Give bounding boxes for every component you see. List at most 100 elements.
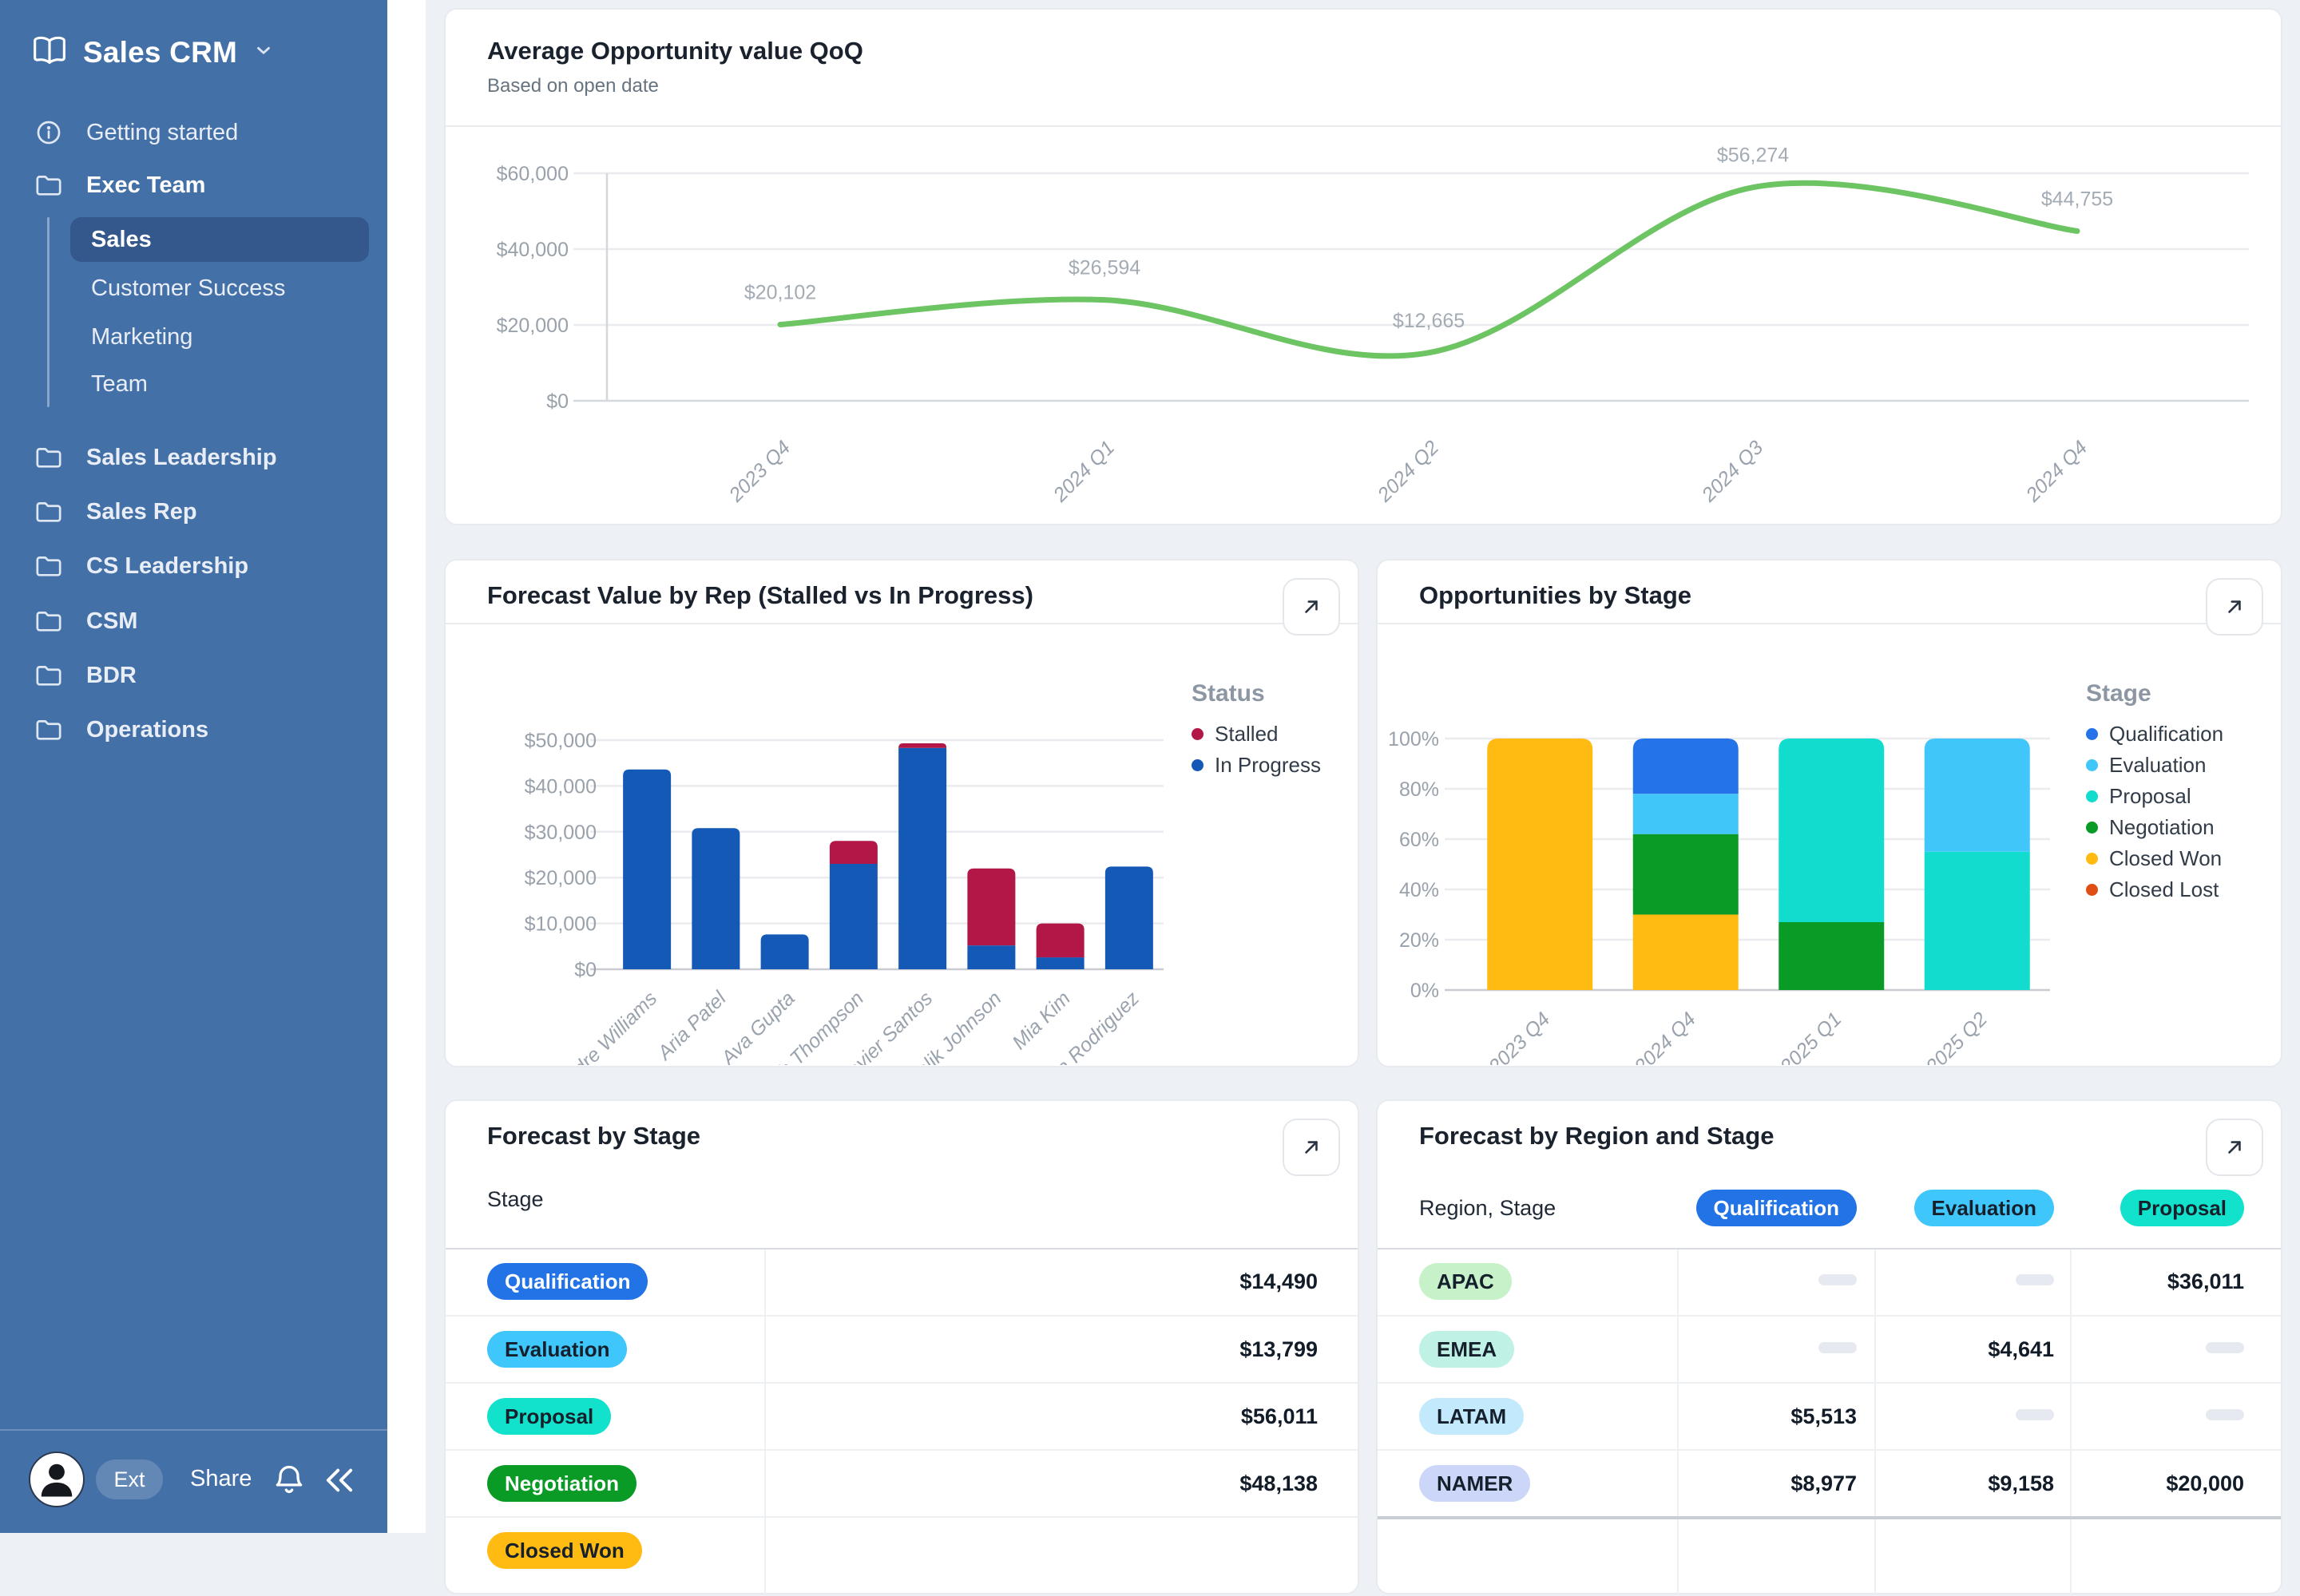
stage-value: $48,138 — [764, 1471, 1358, 1496]
svg-text:2023 Q4: 2023 Q4 — [724, 436, 795, 506]
region-value: $4,641 — [1988, 1337, 2054, 1361]
ext-badge-button[interactable]: Ext — [96, 1459, 163, 1499]
svg-text:$40,000: $40,000 — [525, 775, 597, 798]
card-title: Average Opportunity value QoQ — [487, 37, 2239, 65]
stage-pill: Evaluation — [487, 1331, 627, 1368]
info-icon — [35, 119, 62, 146]
sidebar-footer: Ext Share — [0, 1429, 387, 1533]
legend-label: Proposal — [2109, 784, 2191, 809]
empty-value-dash — [2206, 1409, 2244, 1420]
svg-text:2024 Q2: 2024 Q2 — [1373, 436, 1443, 506]
app-title[interactable]: Sales CRM — [83, 36, 237, 69]
legend-dot-icon — [2086, 822, 2098, 834]
folder-icon — [35, 718, 62, 742]
svg-text:2025 Q1: 2025 Q1 — [1775, 1008, 1846, 1065]
column-header-pill-proposal: Proposal — [2120, 1190, 2244, 1226]
legend-dot-icon — [2086, 759, 2098, 771]
legend-label: Closed Won — [2109, 846, 2222, 871]
legend-label: In Progress — [1215, 753, 1321, 778]
legend-stage: Stage Qualification Evaluation Proposal Neg… — [2086, 680, 2223, 902]
region-value: $20,000 — [2166, 1471, 2244, 1495]
folder-icon — [35, 663, 62, 687]
card-subtitle: Based on open date — [487, 75, 2239, 97]
svg-text:$44,755: $44,755 — [2041, 188, 2113, 210]
svg-text:$20,102: $20,102 — [744, 282, 816, 304]
sidebar-item-sales-rep[interactable]: Sales Rep — [0, 489, 387, 535]
sidebar-item-label: BDR — [86, 663, 137, 689]
svg-text:2024 Q3: 2024 Q3 — [1697, 436, 1767, 506]
folder-icon — [35, 609, 62, 633]
svg-text:80%: 80% — [1399, 778, 1439, 801]
chevron-down-icon[interactable] — [253, 40, 274, 65]
card-forecast-by-rep: Forecast Value by Rep (Stalled vs In Pro… — [444, 559, 1359, 1067]
sidebar-item-cs-leadership[interactable]: CS Leadership — [0, 543, 387, 589]
legend-dot-icon — [2086, 728, 2098, 740]
table-row-closed-won: Closed Won — [446, 1516, 1358, 1583]
table-row-emea: EMEA$4,641 — [1378, 1315, 2281, 1382]
folder-icon — [35, 173, 62, 197]
expand-card-button[interactable] — [1283, 1119, 1340, 1176]
notifications-bell-icon[interactable] — [272, 1463, 307, 1502]
collapse-sidebar-icon[interactable] — [321, 1464, 358, 1500]
svg-text:$0: $0 — [574, 959, 597, 981]
svg-text:2024 Q4: 2024 Q4 — [1630, 1008, 1700, 1065]
table-row-namer: NAMER$8,977$9,158$20,000 — [1378, 1449, 2281, 1516]
sidebar-item-exec-team[interactable]: Exec Team — [0, 162, 387, 208]
svg-text:$12,665: $12,665 — [1393, 310, 1465, 332]
sidebar-item-team[interactable]: Team — [70, 362, 369, 406]
legend-item-stalled: Stalled — [1192, 722, 1321, 747]
legend-item-closed-lost: Closed Lost — [2086, 877, 2223, 902]
svg-text:$60,000: $60,000 — [497, 163, 569, 185]
legend-label: Qualification — [2109, 722, 2223, 747]
table-row-negotiation: Negotiation$48,138 — [446, 1449, 1358, 1516]
share-button[interactable]: Share — [190, 1466, 252, 1492]
svg-text:2025 Q2: 2025 Q2 — [1921, 1008, 1992, 1065]
card-title: Forecast by Stage — [487, 1122, 1316, 1150]
card-avg-opportunity-value: Average Opportunity value QoQ Based on o… — [444, 8, 2282, 525]
legend-dot-icon — [1192, 759, 1204, 771]
empty-value-dash — [1818, 1274, 1857, 1285]
card-title: Forecast by Region and Stage — [1419, 1122, 2239, 1150]
svg-text:2023 Q4: 2023 Q4 — [1484, 1008, 1554, 1065]
svg-text:20%: 20% — [1399, 929, 1439, 952]
legend-label: Evaluation — [2109, 753, 2206, 778]
legend-label: Stalled — [1215, 722, 1279, 747]
legend-dot-icon — [2086, 884, 2098, 896]
legend-label: Negotiation — [2109, 815, 2215, 840]
sidebar-item-operations[interactable]: Operations — [0, 707, 387, 753]
card-forecast-by-region: Forecast by Region and Stage Region, Sta… — [1376, 1099, 2282, 1594]
table-row-latam: LATAM $5,513 — [1378, 1382, 2281, 1449]
sidebar-item-customer-success[interactable]: Customer Success — [70, 266, 369, 311]
svg-text:$40,000: $40,000 — [497, 239, 569, 261]
stage-value: $14,490 — [764, 1269, 1358, 1294]
region-value: $5,513 — [1790, 1404, 1857, 1428]
sidebar-item-sales-leadership[interactable]: Sales Leadership — [0, 434, 387, 481]
tree-guide-line — [47, 217, 50, 407]
stacked-bar-chart-stage: 0%20%40%60%80%100%2023 Q42024 Q42025 Q12… — [1378, 624, 2080, 1065]
table-row-qualification: Qualification$14,490 — [446, 1248, 1358, 1315]
svg-text:Andre Williams: Andre Williams — [550, 987, 661, 1065]
sidebar-item-marketing[interactable]: Marketing — [70, 315, 369, 359]
legend-item-closed-won: Closed Won — [2086, 846, 2223, 871]
column-header-pill-qualification: Qualification — [1696, 1190, 1857, 1226]
expand-card-button[interactable] — [1283, 578, 1340, 636]
sidebar-item-csm[interactable]: CSM — [0, 598, 387, 644]
empty-value-dash — [2016, 1274, 2054, 1285]
sidebar-item-label: Sales Rep — [86, 499, 197, 525]
card-title: Opportunities by Stage — [1419, 581, 2239, 610]
table-row-evaluation: Evaluation$13,799 — [446, 1315, 1358, 1382]
svg-text:0%: 0% — [1410, 980, 1439, 1002]
svg-text:40%: 40% — [1399, 879, 1439, 901]
card-forecast-by-stage: Forecast by Stage Stage Qualification$14… — [444, 1099, 1359, 1594]
region-value: $8,977 — [1790, 1471, 1857, 1495]
svg-text:$10,000: $10,000 — [525, 913, 597, 936]
sidebar-item-getting-started[interactable]: Getting started — [0, 109, 387, 156]
legend-title: Stage — [2086, 680, 2223, 707]
region-pill: LATAM — [1419, 1398, 1524, 1435]
avatar[interactable] — [29, 1451, 85, 1507]
sidebar-item-bdr[interactable]: BDR — [0, 652, 387, 699]
legend-title: Status — [1192, 680, 1321, 707]
svg-text:100%: 100% — [1388, 728, 1439, 750]
expand-card-button[interactable] — [2206, 578, 2263, 636]
sidebar-item-sales[interactable]: Sales — [70, 217, 369, 262]
